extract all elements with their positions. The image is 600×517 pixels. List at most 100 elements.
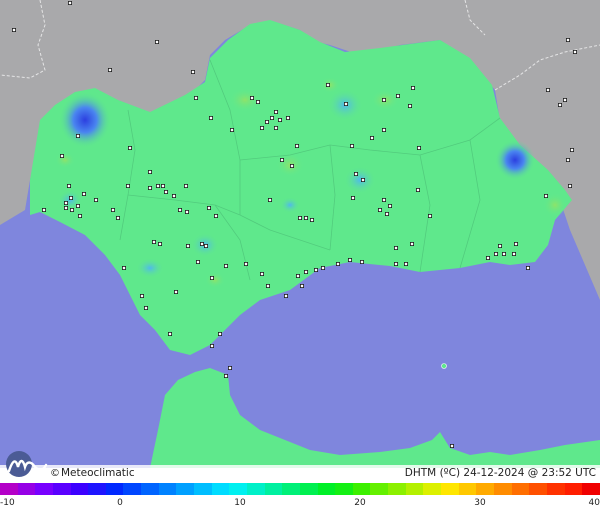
station-marker-icon[interactable] — [359, 259, 364, 264]
station-marker-icon[interactable] — [349, 143, 354, 148]
station-marker-icon[interactable] — [67, 183, 72, 188]
station-marker-icon[interactable] — [325, 83, 330, 88]
station-marker-icon[interactable] — [94, 197, 99, 202]
station-marker-icon[interactable] — [485, 255, 490, 260]
station-marker-icon[interactable] — [568, 183, 573, 188]
station-marker-icon[interactable] — [154, 40, 159, 45]
station-marker-icon[interactable] — [68, 0, 73, 6]
station-marker-icon[interactable] — [255, 100, 260, 105]
station-marker-icon[interactable] — [111, 207, 116, 212]
station-marker-icon[interactable] — [294, 143, 299, 148]
station-marker-icon[interactable] — [127, 145, 132, 150]
station-marker-icon[interactable] — [195, 259, 200, 264]
station-marker-icon[interactable] — [501, 251, 506, 256]
station-marker-icon[interactable] — [381, 98, 386, 103]
station-marker-icon[interactable] — [273, 126, 278, 131]
station-marker-icon[interactable] — [209, 275, 214, 280]
station-marker-icon[interactable] — [309, 217, 314, 222]
station-marker-icon[interactable] — [381, 127, 386, 132]
station-marker-icon[interactable] — [259, 271, 264, 276]
station-marker-icon[interactable] — [407, 104, 412, 109]
station-marker-icon[interactable] — [249, 96, 254, 101]
station-marker-icon[interactable] — [185, 243, 190, 248]
station-marker-icon[interactable] — [157, 241, 162, 246]
station-marker-icon[interactable] — [512, 251, 517, 256]
station-marker-icon[interactable] — [299, 283, 304, 288]
station-marker-icon[interactable] — [387, 203, 392, 208]
station-marker-icon[interactable] — [566, 157, 571, 162]
station-marker-icon[interactable] — [42, 207, 47, 212]
station-marker-icon[interactable] — [78, 213, 83, 218]
station-marker-icon[interactable] — [213, 213, 218, 218]
station-marker-icon[interactable] — [295, 273, 300, 278]
station-marker-icon[interactable] — [171, 193, 176, 198]
station-marker-icon[interactable] — [335, 261, 340, 266]
station-marker-icon[interactable] — [264, 120, 269, 125]
station-marker-icon[interactable] — [384, 211, 389, 216]
station-marker-icon[interactable] — [167, 331, 172, 336]
station-marker-icon[interactable] — [243, 261, 248, 266]
station-marker-icon[interactable] — [570, 147, 575, 152]
station-marker-icon[interactable] — [76, 133, 81, 138]
station-marker-icon[interactable] — [514, 241, 519, 246]
station-marker-icon[interactable] — [229, 127, 234, 132]
station-marker-icon[interactable] — [277, 118, 282, 123]
station-marker-icon[interactable] — [126, 183, 131, 188]
station-marker-icon[interactable] — [403, 261, 408, 266]
station-marker-icon[interactable] — [267, 197, 272, 202]
station-marker-icon[interactable] — [199, 241, 204, 246]
station-marker-icon[interactable] — [303, 215, 308, 220]
station-marker-icon[interactable] — [558, 103, 563, 108]
station-marker-icon[interactable] — [285, 116, 290, 121]
station-marker-icon[interactable] — [320, 265, 325, 270]
station-marker-icon[interactable] — [526, 265, 531, 270]
station-marker-icon[interactable] — [11, 27, 16, 32]
station-marker-icon[interactable] — [269, 116, 274, 121]
station-marker-icon[interactable] — [313, 267, 318, 272]
station-marker-icon[interactable] — [223, 373, 228, 378]
station-marker-icon[interactable] — [217, 331, 222, 336]
station-marker-icon[interactable] — [546, 88, 551, 93]
station-marker-icon[interactable] — [184, 209, 189, 214]
station-marker-icon[interactable] — [163, 189, 168, 194]
station-marker-icon[interactable] — [493, 251, 498, 256]
station-marker-icon[interactable] — [563, 98, 568, 103]
station-marker-icon[interactable] — [143, 305, 148, 310]
station-marker-icon[interactable] — [190, 70, 195, 75]
station-marker-icon[interactable] — [183, 183, 188, 188]
station-marker-icon[interactable] — [395, 94, 400, 99]
station-marker-icon[interactable] — [566, 38, 571, 43]
station-marker-icon[interactable] — [449, 443, 454, 448]
station-marker-icon[interactable] — [208, 116, 213, 121]
station-marker-icon[interactable] — [544, 193, 549, 198]
station-marker-icon[interactable] — [203, 243, 208, 248]
station-marker-icon[interactable] — [173, 289, 178, 294]
station-marker-icon[interactable] — [151, 239, 156, 244]
station-marker-icon[interactable] — [206, 205, 211, 210]
station-marker-icon[interactable] — [259, 126, 264, 131]
station-marker-icon[interactable] — [360, 177, 365, 182]
station-marker-icon[interactable] — [227, 365, 232, 370]
station-marker-icon[interactable] — [70, 207, 75, 212]
station-marker-icon[interactable] — [303, 269, 308, 274]
station-marker-icon[interactable] — [60, 153, 65, 158]
station-marker-icon[interactable] — [147, 169, 152, 174]
station-marker-icon[interactable] — [289, 163, 294, 168]
station-marker-icon[interactable] — [82, 191, 87, 196]
station-marker-icon[interactable] — [209, 343, 214, 348]
station-marker-icon[interactable] — [497, 243, 502, 248]
station-marker-icon[interactable] — [393, 245, 398, 250]
station-marker-icon[interactable] — [353, 171, 358, 176]
station-marker-icon[interactable] — [122, 265, 127, 270]
station-marker-icon[interactable] — [350, 195, 355, 200]
station-marker-icon[interactable] — [343, 102, 348, 107]
station-marker-icon[interactable] — [573, 50, 578, 55]
station-marker-icon[interactable] — [265, 283, 270, 288]
station-marker-icon[interactable] — [377, 207, 382, 212]
station-marker-icon[interactable] — [415, 187, 420, 192]
station-marker-icon[interactable] — [410, 86, 415, 91]
station-marker-icon[interactable] — [155, 183, 160, 188]
station-marker-icon[interactable] — [160, 183, 165, 188]
station-marker-icon[interactable] — [223, 263, 228, 268]
station-marker-icon[interactable] — [393, 261, 398, 266]
